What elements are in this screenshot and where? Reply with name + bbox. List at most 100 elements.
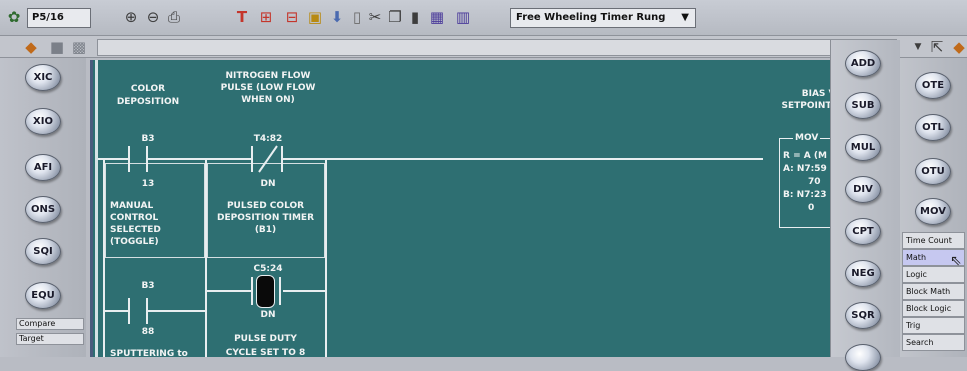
copy-icon[interactable]: ❐: [386, 8, 404, 26]
mov-line: R = A (M: [783, 151, 827, 161]
main-toolbar: ✿ P5/16 ⊕ ⊖ ⎙ T ⊞ ⊟ ▣ ⬇ ▯ ✂ ❐ ▮ ▦ ▥ Free…: [0, 0, 967, 36]
equ-button[interactable]: EQU: [25, 282, 61, 309]
xic-contact[interactable]: [251, 277, 253, 305]
afi-button[interactable]: AFI: [25, 154, 61, 181]
contact-address: B3: [141, 281, 155, 291]
ons-button[interactable]: ONS: [25, 196, 61, 223]
otl-button[interactable]: OTL: [915, 114, 951, 141]
mouse-cursor-icon: ⇖: [950, 253, 962, 269]
div-button[interactable]: DIV: [845, 176, 881, 203]
xic-contact[interactable]: [128, 298, 130, 324]
print-icon[interactable]: ⎙: [165, 8, 183, 26]
contact-comment: DEPOSITION TIMER: [216, 213, 315, 223]
xio-button[interactable]: XIO: [25, 108, 61, 135]
selected-contact-marker[interactable]: [256, 275, 275, 308]
square-icon[interactable]: ■: [48, 38, 66, 56]
contact-comment: CYCLE SET TO 8: [225, 348, 306, 357]
menu-item-block-logic[interactable]: Block Logic: [902, 300, 965, 317]
contact-bit: DN: [260, 310, 276, 320]
contact-address: C5:24: [253, 264, 283, 274]
sqr-button[interactable]: SQR: [845, 302, 881, 329]
trash-icon[interactable]: ▯: [348, 8, 366, 26]
branch-icon[interactable]: T: [233, 8, 251, 26]
more-math-button[interactable]: [845, 344, 881, 371]
paste-icon[interactable]: ▮: [406, 8, 424, 26]
menu-item-search[interactable]: Search: [902, 334, 965, 351]
mov-button[interactable]: MOV: [915, 198, 951, 225]
tab-compare[interactable]: Compare: [16, 318, 84, 330]
contact-comment: SPUTTERING to: [110, 349, 188, 357]
contact-description: COLOR: [130, 84, 166, 94]
mov-description: SETPOINT fr: [781, 101, 835, 111]
diamond-icon[interactable]: ◆: [22, 38, 40, 56]
mov-title: MOV: [793, 132, 821, 144]
contact-description: WHEN ON): [241, 95, 295, 105]
xic-contact[interactable]: [146, 146, 148, 172]
xio-slash: [258, 145, 278, 173]
sqi-button[interactable]: SQI: [25, 238, 61, 265]
rung-wire: [283, 158, 763, 160]
xic-contact[interactable]: [128, 146, 130, 172]
menu-item-block-math[interactable]: Block Math: [902, 283, 965, 300]
sub-button[interactable]: SUB: [845, 92, 881, 119]
contact-address: B3: [141, 134, 155, 144]
diamond-icon[interactable]: ◆: [950, 38, 967, 56]
contact-bit: 88: [141, 327, 155, 337]
zoom-out-icon[interactable]: ⊖: [144, 8, 162, 26]
mul-button[interactable]: MUL: [845, 134, 881, 161]
mov-description: BIAS VO: [801, 89, 835, 99]
rung-select-value: Free Wheeling Timer Rung: [516, 12, 666, 23]
chevron-down-icon: ▼: [681, 12, 689, 23]
contact-comment: SELECTED: [110, 225, 161, 235]
math-instruction-palette: ADD SUB MUL DIV CPT NEG SQR: [830, 40, 900, 371]
grid-icon[interactable]: ▦: [428, 8, 446, 26]
contact-description: DEPOSITION: [116, 97, 180, 107]
download-icon[interactable]: ⬇: [328, 8, 346, 26]
mov-line: 70: [808, 177, 821, 187]
address-field[interactable]: [97, 39, 897, 56]
tab-target[interactable]: Target: [16, 333, 84, 345]
contact-comment: PULSED COLOR: [226, 201, 305, 211]
contact-description: PULSE (LOW FLOW: [220, 83, 316, 93]
mov-line: A: N7:59: [783, 164, 827, 174]
contact-comment: PULSE DUTY: [234, 334, 297, 344]
menu-item-trig[interactable]: Trig: [902, 317, 965, 334]
contact-comment: MANUAL: [110, 201, 154, 211]
contact-comment: CONTROL: [110, 213, 159, 223]
right-instruction-palette: OTE OTL OTU MOV Time Count Math Logic Bl…: [900, 58, 967, 357]
cut-icon[interactable]: ✂: [366, 8, 384, 26]
rung-insert-icon[interactable]: ⊞: [257, 8, 275, 26]
otu-button[interactable]: OTU: [915, 158, 951, 185]
mov-line: 0: [808, 203, 815, 213]
cpt-button[interactable]: CPT: [845, 218, 881, 245]
branch-wire: [325, 158, 327, 357]
ladder-canvas[interactable]: COLOR DEPOSITION B3 13 MANUAL CONTROL SE…: [90, 60, 835, 357]
module-icon[interactable]: ✿: [5, 8, 23, 26]
xic-contact[interactable]: [146, 298, 148, 324]
left-power-rail: [95, 60, 98, 357]
rung-select-dropdown[interactable]: Free Wheeling Timer Rung ▼: [510, 8, 696, 28]
pointer-icon[interactable]: ⇱: [928, 38, 946, 56]
file-name-field[interactable]: P5/16: [27, 8, 91, 28]
contact-description: NITROGEN FLOW: [225, 71, 311, 81]
verify-icon[interactable]: ▣: [306, 8, 324, 26]
rung-delete-icon[interactable]: ⊟: [283, 8, 301, 26]
mov-line: B: N7:23: [783, 190, 827, 200]
rung-wire: [148, 158, 251, 160]
branch-wire: [148, 310, 207, 312]
neg-button[interactable]: NEG: [845, 260, 881, 287]
xic-contact[interactable]: [279, 277, 281, 305]
chevron-down-icon[interactable]: ▼: [909, 38, 927, 56]
branch-wire: [205, 290, 251, 292]
menu-item-time-count[interactable]: Time Count: [902, 232, 965, 249]
xic-button[interactable]: XIC: [25, 64, 61, 91]
zoom-in-icon[interactable]: ⊕: [122, 8, 140, 26]
ote-button[interactable]: OTE: [915, 72, 951, 99]
left-instruction-palette: XIC XIO AFI ONS SQI EQU Compare Target: [0, 58, 86, 357]
columns-icon[interactable]: ▥: [454, 8, 472, 26]
contact-comment: (TOGGLE): [110, 237, 159, 247]
contact-bit: DN: [260, 179, 276, 189]
branch-wire: [103, 310, 128, 312]
square-outline-icon[interactable]: ▩: [70, 38, 88, 56]
add-button[interactable]: ADD: [845, 50, 881, 77]
